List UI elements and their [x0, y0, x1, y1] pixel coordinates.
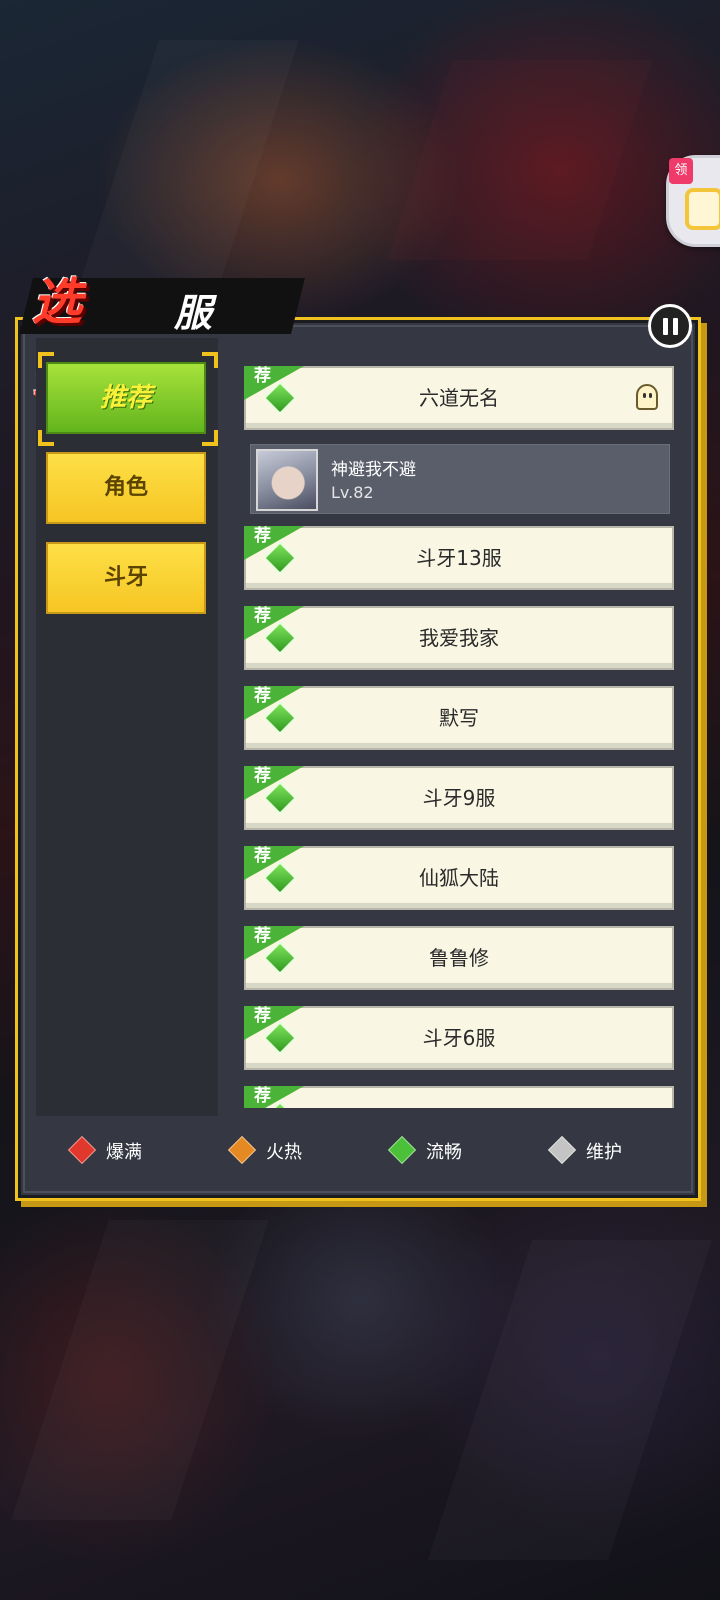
server-name: 默写 — [439, 706, 479, 730]
server-item[interactable]: 荐 鲁鲁修 — [244, 926, 674, 990]
character-marker-icon — [636, 384, 658, 410]
server-name: 鲁鲁修 — [429, 946, 489, 970]
server-name: 六道无名 — [419, 386, 499, 410]
character-level: Lv.82 — [331, 483, 374, 502]
tab-selected-corner — [38, 430, 54, 446]
tab-character[interactable]: 角色 — [46, 452, 206, 524]
maintenance-status-icon — [547, 1135, 577, 1165]
tab-selected-corner — [202, 430, 218, 446]
tab-selected-corner — [38, 352, 54, 368]
legend-label: 维护 — [586, 1142, 622, 1163]
server-item[interactable]: 荐 我爱我家 — [244, 606, 674, 670]
avatar — [256, 449, 318, 511]
gift-icon — [685, 188, 720, 230]
server-name: 我爱我家 — [419, 626, 499, 650]
gift-button[interactable]: 领 — [666, 155, 720, 247]
server-item[interactable]: 荐 斗牙9服 — [244, 766, 674, 830]
server-item[interactable]: 荐 六道无名 — [244, 366, 674, 430]
tab-douya[interactable]: 斗牙 — [46, 542, 206, 614]
server-name: 斗牙13服 — [416, 546, 502, 570]
smooth-status-icon — [387, 1135, 417, 1165]
tab-selected-corner — [202, 352, 218, 368]
legend-label: 流畅 — [426, 1142, 462, 1163]
character-card[interactable]: 神避我不避 Lv.82 — [250, 444, 670, 514]
legend-label: 火热 — [266, 1142, 302, 1163]
server-item[interactable]: 荐 斗牙6服 — [244, 1006, 674, 1070]
recommended-tag: 荐 — [244, 1086, 308, 1108]
tab-recommended[interactable]: 推荐 — [46, 362, 206, 434]
server-name: 斗牙6服 — [422, 1026, 496, 1050]
server-name: 仙狐大陆 — [419, 866, 499, 890]
server-item[interactable]: 荐 仙狐大陆 — [244, 846, 674, 910]
server-item[interactable]: 荐 斗牙13服 — [244, 526, 674, 590]
character-name: 神避我不避 — [331, 460, 416, 480]
server-name: 斗牙9服 — [422, 786, 496, 810]
server-item[interactable]: 荐 默写 — [244, 686, 674, 750]
pause-button[interactable] — [648, 304, 692, 348]
server-list[interactable]: 荐 六道无名 神避我不避 Lv.82 荐 斗牙13服 荐 我爱我家 荐 默写 荐… — [236, 352, 682, 1108]
server-item[interactable]: 荐 — [244, 1086, 674, 1108]
full-status-icon — [67, 1135, 97, 1165]
status-legend: 爆满 火热 流畅 维护 — [36, 1122, 656, 1178]
hot-status-icon — [227, 1135, 257, 1165]
gift-badge: 领 — [669, 158, 693, 184]
legend-label: 爆满 — [106, 1142, 142, 1163]
